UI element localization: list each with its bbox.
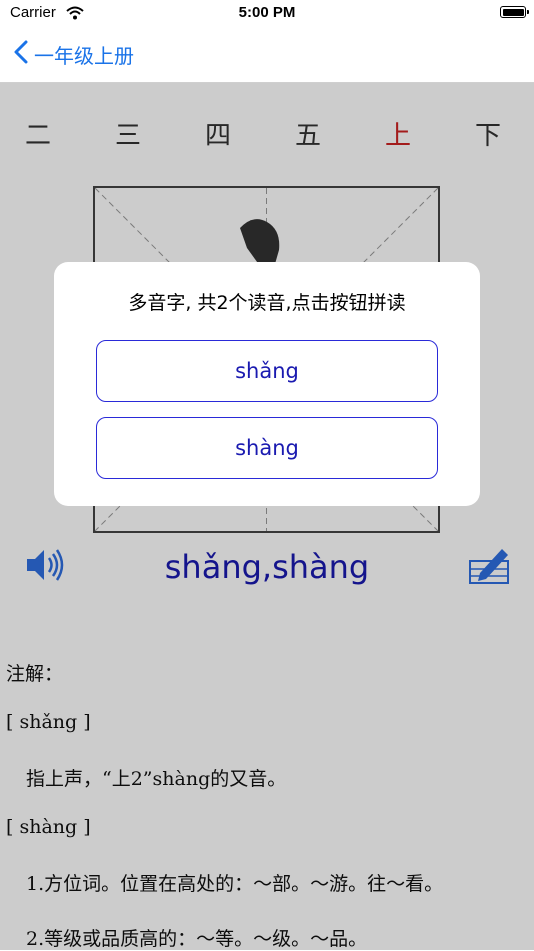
modal-overlay[interactable] <box>0 83 534 950</box>
pronunciation-option-button[interactable]: shàng <box>96 417 438 479</box>
navigation-bar: 一年级上册 <box>0 28 534 83</box>
pronunciation-dialog: 多音字, 共2个读音,点击按钮拼读 shǎng shàng <box>54 262 480 506</box>
back-button[interactable]: 一年级上册 <box>14 36 134 72</box>
status-time: 5:00 PM <box>238 4 296 21</box>
option-label: shàng <box>235 436 299 460</box>
battery-icon <box>500 6 529 18</box>
option-label: shǎng <box>235 359 299 383</box>
back-chevron-icon <box>14 40 28 68</box>
pronunciation-option-button[interactable]: shǎng <box>96 340 438 402</box>
status-bar: Carrier 5:00 PM <box>0 0 534 28</box>
back-label: 一年级上册 <box>34 43 134 68</box>
dialog-title: 多音字, 共2个读音,点击按钮拼读 <box>128 292 406 314</box>
